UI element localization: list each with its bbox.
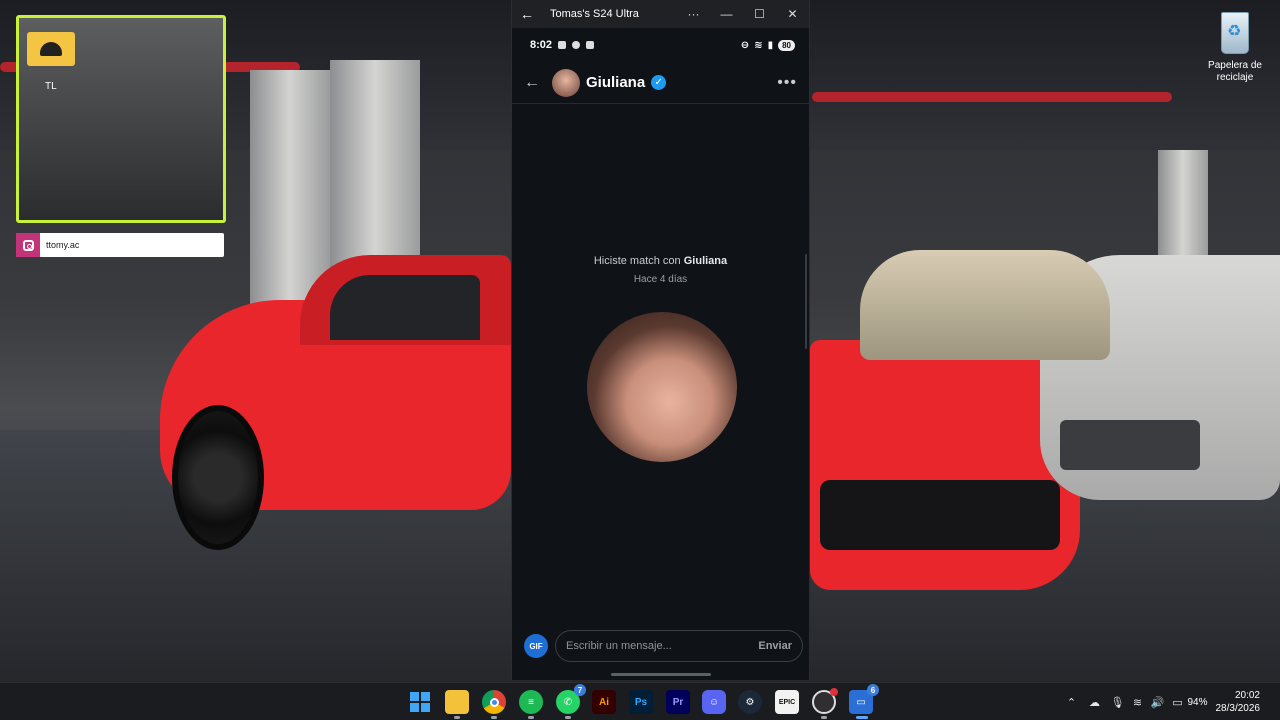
window-minimize-icon[interactable]: — bbox=[710, 7, 743, 21]
steam-icon[interactable]: ⚙ bbox=[738, 690, 762, 714]
cloud-status-icon[interactable]: ☁ bbox=[1081, 696, 1107, 709]
contact-name[interactable]: Giuliana bbox=[586, 74, 645, 91]
gif-button[interactable]: GIF bbox=[524, 634, 548, 658]
running-indicator bbox=[821, 716, 827, 719]
wallpaper-car-grille bbox=[820, 480, 1060, 550]
chat-body: Hiciste match con Giuliana Hace 4 días bbox=[512, 104, 809, 624]
chat-header: ← Giuliana ✓ ••• bbox=[512, 62, 809, 104]
battery-percent: 94% bbox=[1187, 696, 1208, 708]
wallpaper-pipe bbox=[812, 92, 1172, 102]
chrome-icon[interactable] bbox=[482, 690, 506, 714]
photoshop-icon[interactable]: Ps bbox=[629, 690, 653, 714]
window-titlebar: ← Tomas's S24 Ultra ··· — ☐ ✕ bbox=[512, 0, 809, 28]
wallpaper-car-window bbox=[330, 275, 480, 340]
system-tray: ⌃ ☁ 🎙 ≋ 🔊 ▭ 94% 20:02 28/3/2026 bbox=[1061, 683, 1280, 720]
tray-overflow-icon[interactable]: ⌃ bbox=[1061, 696, 1081, 709]
channel-logo-icon bbox=[27, 32, 75, 66]
tray-date: 28/3/2026 bbox=[1215, 703, 1261, 714]
match-name: Giuliana bbox=[683, 255, 728, 267]
tray-time: 20:02 bbox=[1234, 690, 1260, 701]
match-notice: Hiciste match con Giuliana bbox=[512, 255, 809, 267]
wallpaper-car-wheel bbox=[172, 405, 264, 550]
match-time: Hace 4 días bbox=[633, 274, 688, 285]
windows-start-icon[interactable] bbox=[408, 690, 432, 714]
wifi-icon: ≋ bbox=[754, 39, 763, 51]
window-back-icon[interactable]: ← bbox=[512, 6, 542, 22]
wifi-tray-icon[interactable]: ≋ bbox=[1127, 696, 1147, 709]
phone-mirror-window: ← Tomas's S24 Ultra ··· — ☐ ✕ 8:02 ⊖ ≋ ▮… bbox=[511, 0, 810, 680]
chat-scrollbar[interactable] bbox=[805, 254, 807, 349]
verified-badge-icon: ✓ bbox=[651, 75, 667, 90]
phone-link-badge: 6 bbox=[867, 684, 879, 696]
recycle-bin-icon: ♻ bbox=[1215, 6, 1255, 56]
whatsapp-badge: 7 bbox=[574, 684, 586, 696]
phone-clock: 8:02 bbox=[530, 39, 553, 51]
tray-clock[interactable]: 20:02 28/3/2026 bbox=[1208, 689, 1280, 715]
whatsapp-icon[interactable]: ✆ 7 bbox=[556, 684, 586, 714]
phone-status-bar: 8:02 ⊖ ≋ ▮ 80 bbox=[512, 28, 809, 62]
match-prefix: Hiciste match con bbox=[593, 255, 681, 267]
obs-icon[interactable] bbox=[812, 688, 838, 714]
epic-games-icon[interactable]: EPIC bbox=[775, 690, 799, 714]
file-explorer-icon[interactable] bbox=[445, 690, 469, 714]
window-close-icon[interactable]: ✕ bbox=[776, 7, 809, 21]
more-options-icon[interactable]: ••• bbox=[777, 74, 797, 92]
signal-icon: ▮ bbox=[767, 39, 774, 51]
illustrator-icon[interactable]: Ai bbox=[592, 690, 616, 714]
microphone-icon[interactable]: 🎙 bbox=[1107, 696, 1127, 709]
running-indicator bbox=[528, 716, 534, 719]
recycle-bin-shortcut[interactable]: ♻ Papelera de reciclaje bbox=[1200, 6, 1270, 84]
message-input[interactable] bbox=[566, 640, 759, 652]
taskbar: ≡ ✆ 7 Ai Ps Pr ☺ ⚙ EPIC ▭ 6 ⌃ ☁ 🎙 ≋ 🔊 ▭ 94… bbox=[0, 682, 1280, 720]
active-indicator bbox=[856, 716, 868, 719]
volume-icon[interactable]: 🔊 bbox=[1147, 696, 1167, 709]
spotify-icon[interactable]: ≡ bbox=[519, 690, 543, 714]
running-indicator bbox=[454, 716, 460, 719]
webcam-overlay: TL bbox=[16, 15, 226, 223]
webcam-tag: TL bbox=[45, 81, 57, 92]
notification-icon bbox=[558, 41, 567, 49]
back-arrow-icon[interactable]: ← bbox=[524, 74, 552, 92]
window-maximize-icon[interactable]: ☐ bbox=[743, 7, 776, 21]
home-indicator[interactable] bbox=[611, 673, 711, 676]
whatsapp-notification-icon bbox=[572, 41, 581, 49]
wallpaper-beige-car bbox=[860, 250, 1110, 360]
premiere-icon[interactable]: Pr bbox=[666, 690, 690, 714]
match-profile-photo[interactable] bbox=[587, 312, 737, 462]
dnd-icon: ⊖ bbox=[740, 39, 750, 51]
instagram-icon bbox=[16, 233, 40, 257]
window-title: Tomas's S24 Ultra bbox=[550, 8, 639, 20]
discord-notification-icon bbox=[586, 41, 595, 49]
discord-icon[interactable]: ☺ bbox=[702, 690, 726, 714]
running-indicator bbox=[491, 716, 497, 719]
recycle-bin-label: Papelera de reciclaje bbox=[1208, 60, 1262, 83]
instagram-handle: ttomy.ac bbox=[46, 240, 80, 250]
window-more-icon[interactable]: ··· bbox=[677, 7, 710, 21]
send-button[interactable]: Enviar bbox=[758, 640, 792, 652]
battery-tray-icon[interactable]: ▭ bbox=[1167, 696, 1187, 709]
obs-alert-dot bbox=[830, 688, 838, 696]
message-field[interactable]: Enviar bbox=[555, 630, 803, 662]
running-indicator bbox=[565, 716, 571, 719]
battery-indicator: 80 bbox=[778, 39, 795, 51]
contact-avatar[interactable] bbox=[552, 68, 580, 97]
phone-link-icon[interactable]: ▭ 6 bbox=[849, 684, 879, 714]
wallpaper-white-car-grille bbox=[1060, 420, 1200, 470]
message-composer: GIF Enviar bbox=[512, 628, 809, 664]
instagram-handle-bar: ttomy.ac bbox=[16, 233, 224, 257]
